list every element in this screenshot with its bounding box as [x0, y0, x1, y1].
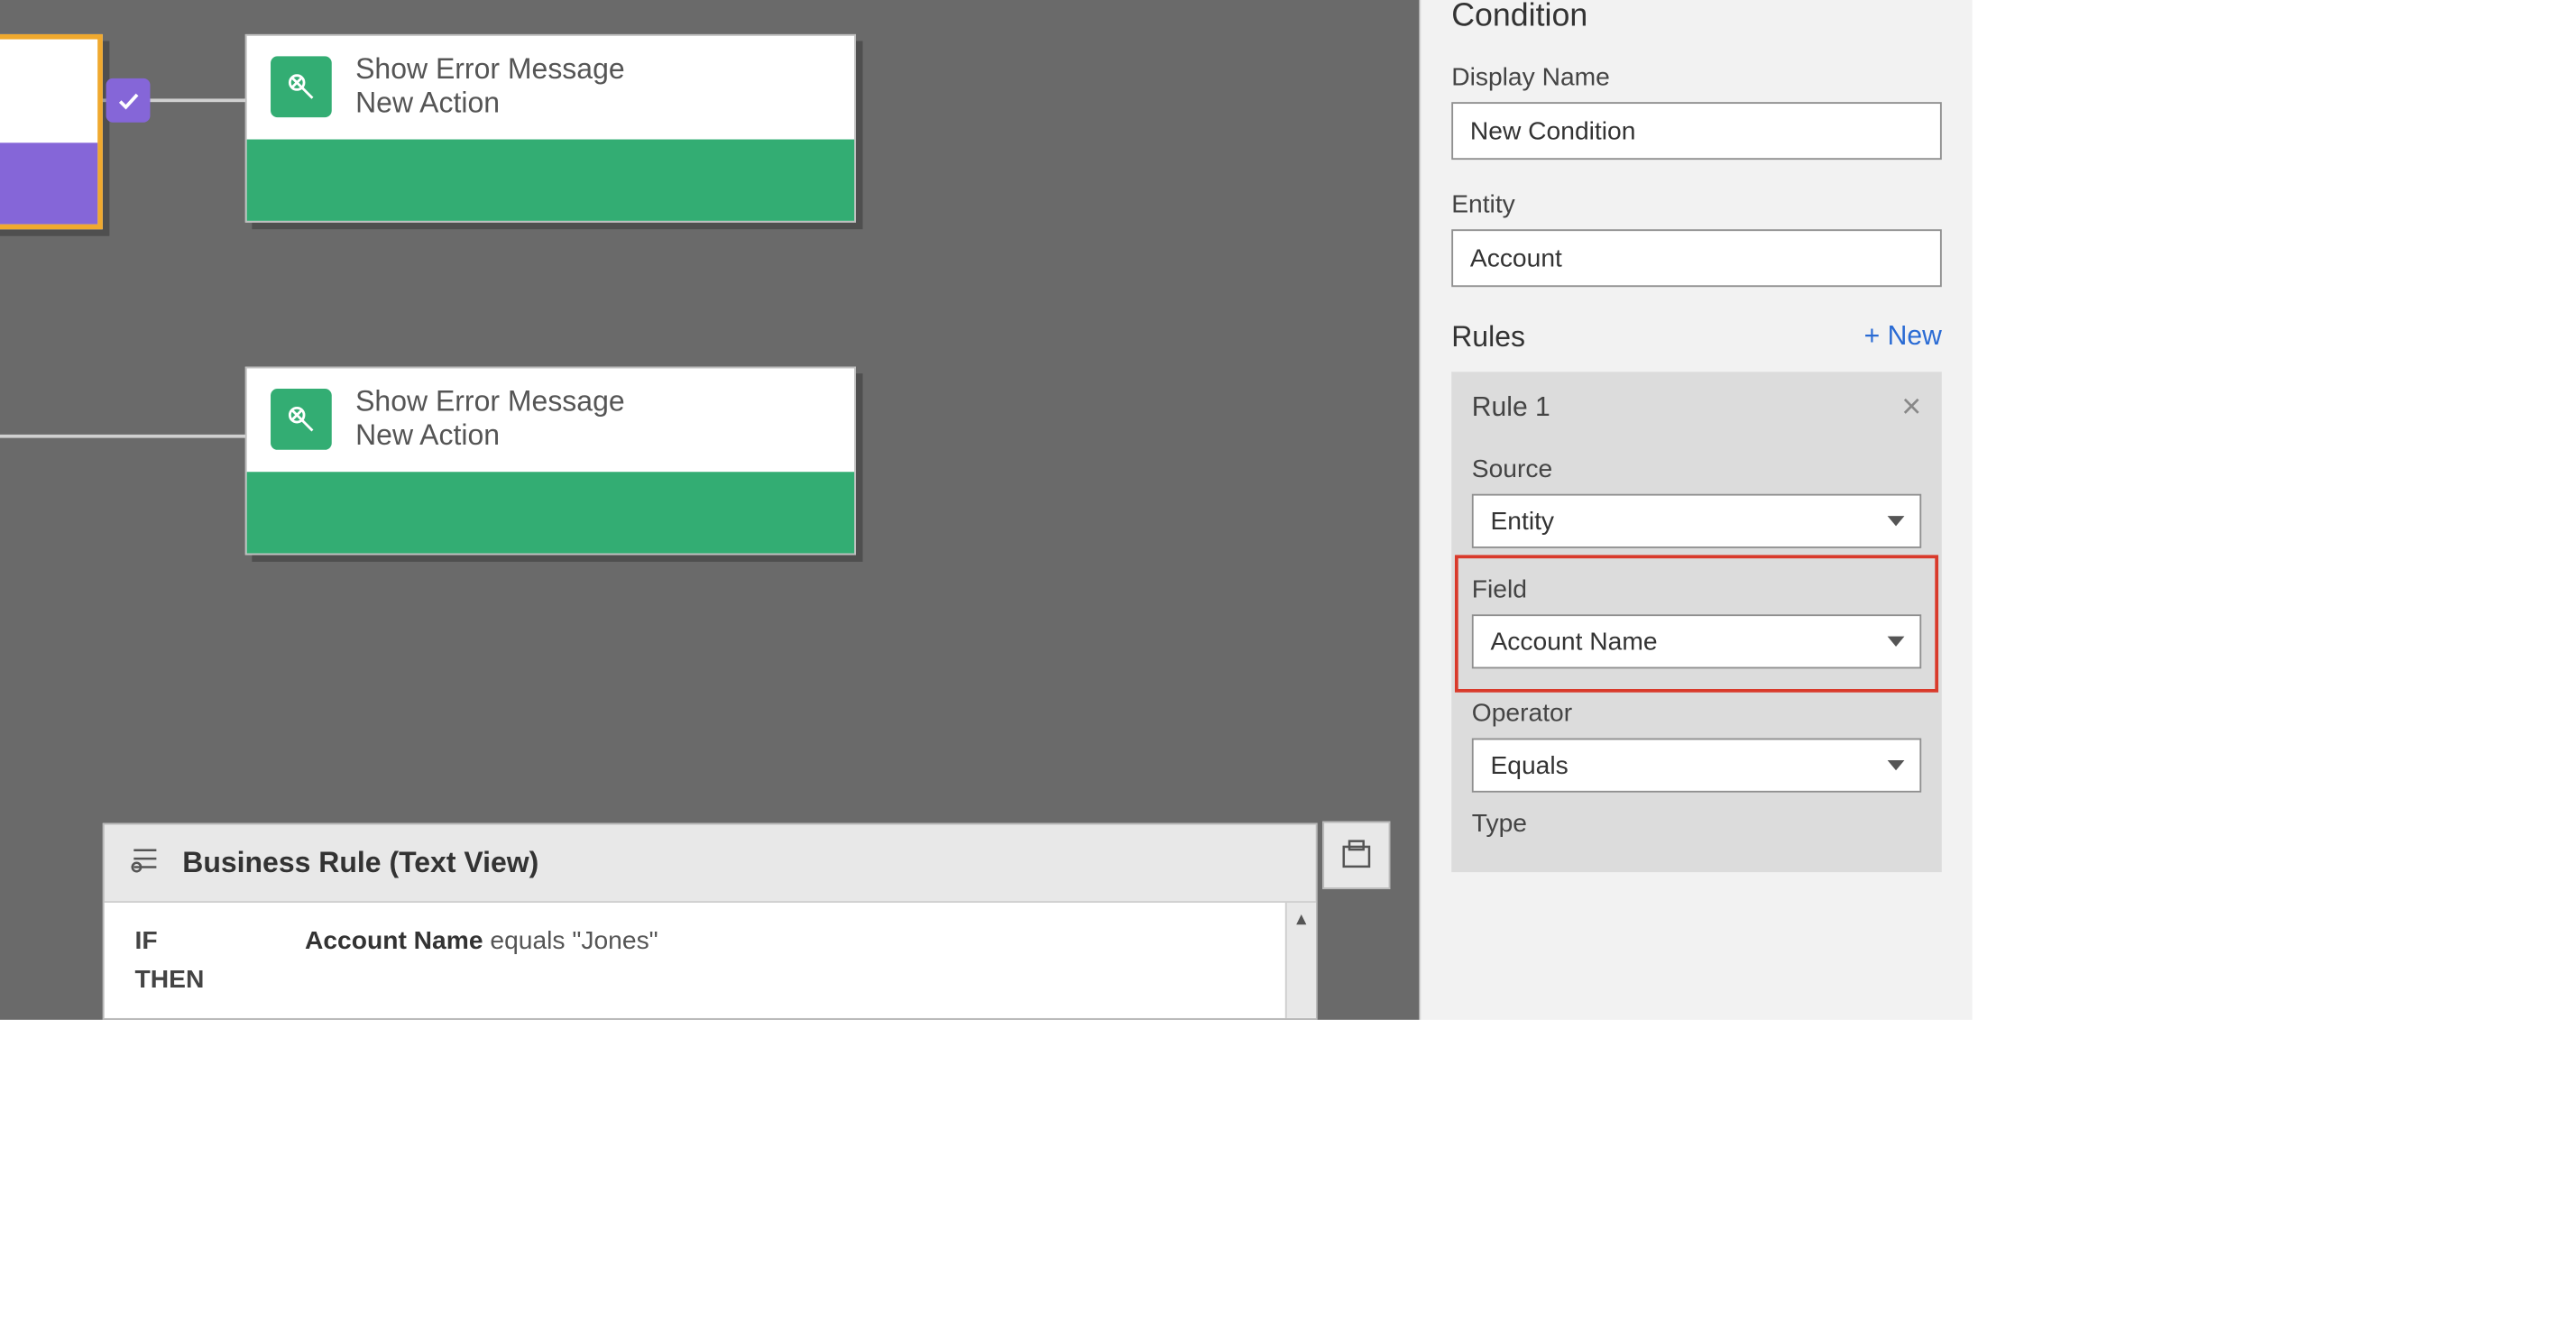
rule-title: Rule 1	[1472, 393, 1550, 424]
true-branch-icon	[106, 78, 151, 123]
field-highlight: Field Account Name	[1461, 562, 1931, 685]
settings-list-icon	[128, 841, 162, 884]
action-true-subtitle: New Action	[355, 87, 625, 122]
error-message-icon	[271, 390, 332, 451]
rule-card: Rule 1 × Source Entity Field Account Nam…	[1451, 372, 1942, 872]
error-message-icon	[271, 57, 332, 118]
display-name-label: Display Name	[1451, 63, 1942, 92]
source-label: Source	[1472, 455, 1921, 483]
action-false-node[interactable]: Show Error Message New Action	[245, 367, 856, 555]
condition-detail-bar	[0, 142, 97, 224]
type-label: Type	[1472, 810, 1921, 839]
action-true-title: Show Error Message	[355, 53, 625, 87]
source-select[interactable]: Entity	[1472, 494, 1921, 548]
action-true-node[interactable]: Show Error Message New Action	[245, 34, 856, 222]
display-name-input[interactable]	[1451, 102, 1942, 160]
action-false-subtitle: New Action	[355, 420, 625, 455]
then-keyword: THEN	[135, 966, 299, 995]
rules-label: Rules	[1451, 321, 1525, 355]
condition-node[interactable]: Condition New Condition	[0, 34, 103, 229]
entity-label: Entity	[1451, 190, 1942, 219]
panel-section-title: Condition	[1451, 0, 1942, 36]
action-false-title: Show Error Message	[355, 385, 625, 419]
action-false-detail-bar	[247, 472, 854, 553]
text-view-panel: Business Rule (Text View) IF Account Nam…	[103, 823, 1318, 1020]
design-canvas[interactable]: Condition New Condition	[0, 0, 1419, 1020]
if-keyword: IF	[135, 926, 299, 955]
connector-false-h	[0, 435, 247, 438]
action-true-detail-bar	[247, 139, 854, 220]
operator-select[interactable]: Equals	[1472, 739, 1921, 793]
operator-label: Operator	[1472, 699, 1921, 728]
text-view-title: Business Rule (Text View)	[182, 846, 538, 880]
field-select[interactable]: Account Name	[1472, 614, 1921, 668]
entity-input[interactable]	[1451, 229, 1942, 287]
if-expression: Account Name equals "Jones"	[305, 926, 658, 955]
field-label: Field	[1472, 575, 1921, 604]
text-view-scrollbar[interactable]: ▴	[1285, 903, 1316, 1018]
rule-close-icon[interactable]: ×	[1901, 389, 1921, 427]
properties-panel: Components Properties Condition Display …	[1419, 0, 1972, 1020]
text-view-expand-button[interactable]	[1322, 822, 1390, 889]
new-rule-button[interactable]: + New	[1864, 323, 1942, 354]
